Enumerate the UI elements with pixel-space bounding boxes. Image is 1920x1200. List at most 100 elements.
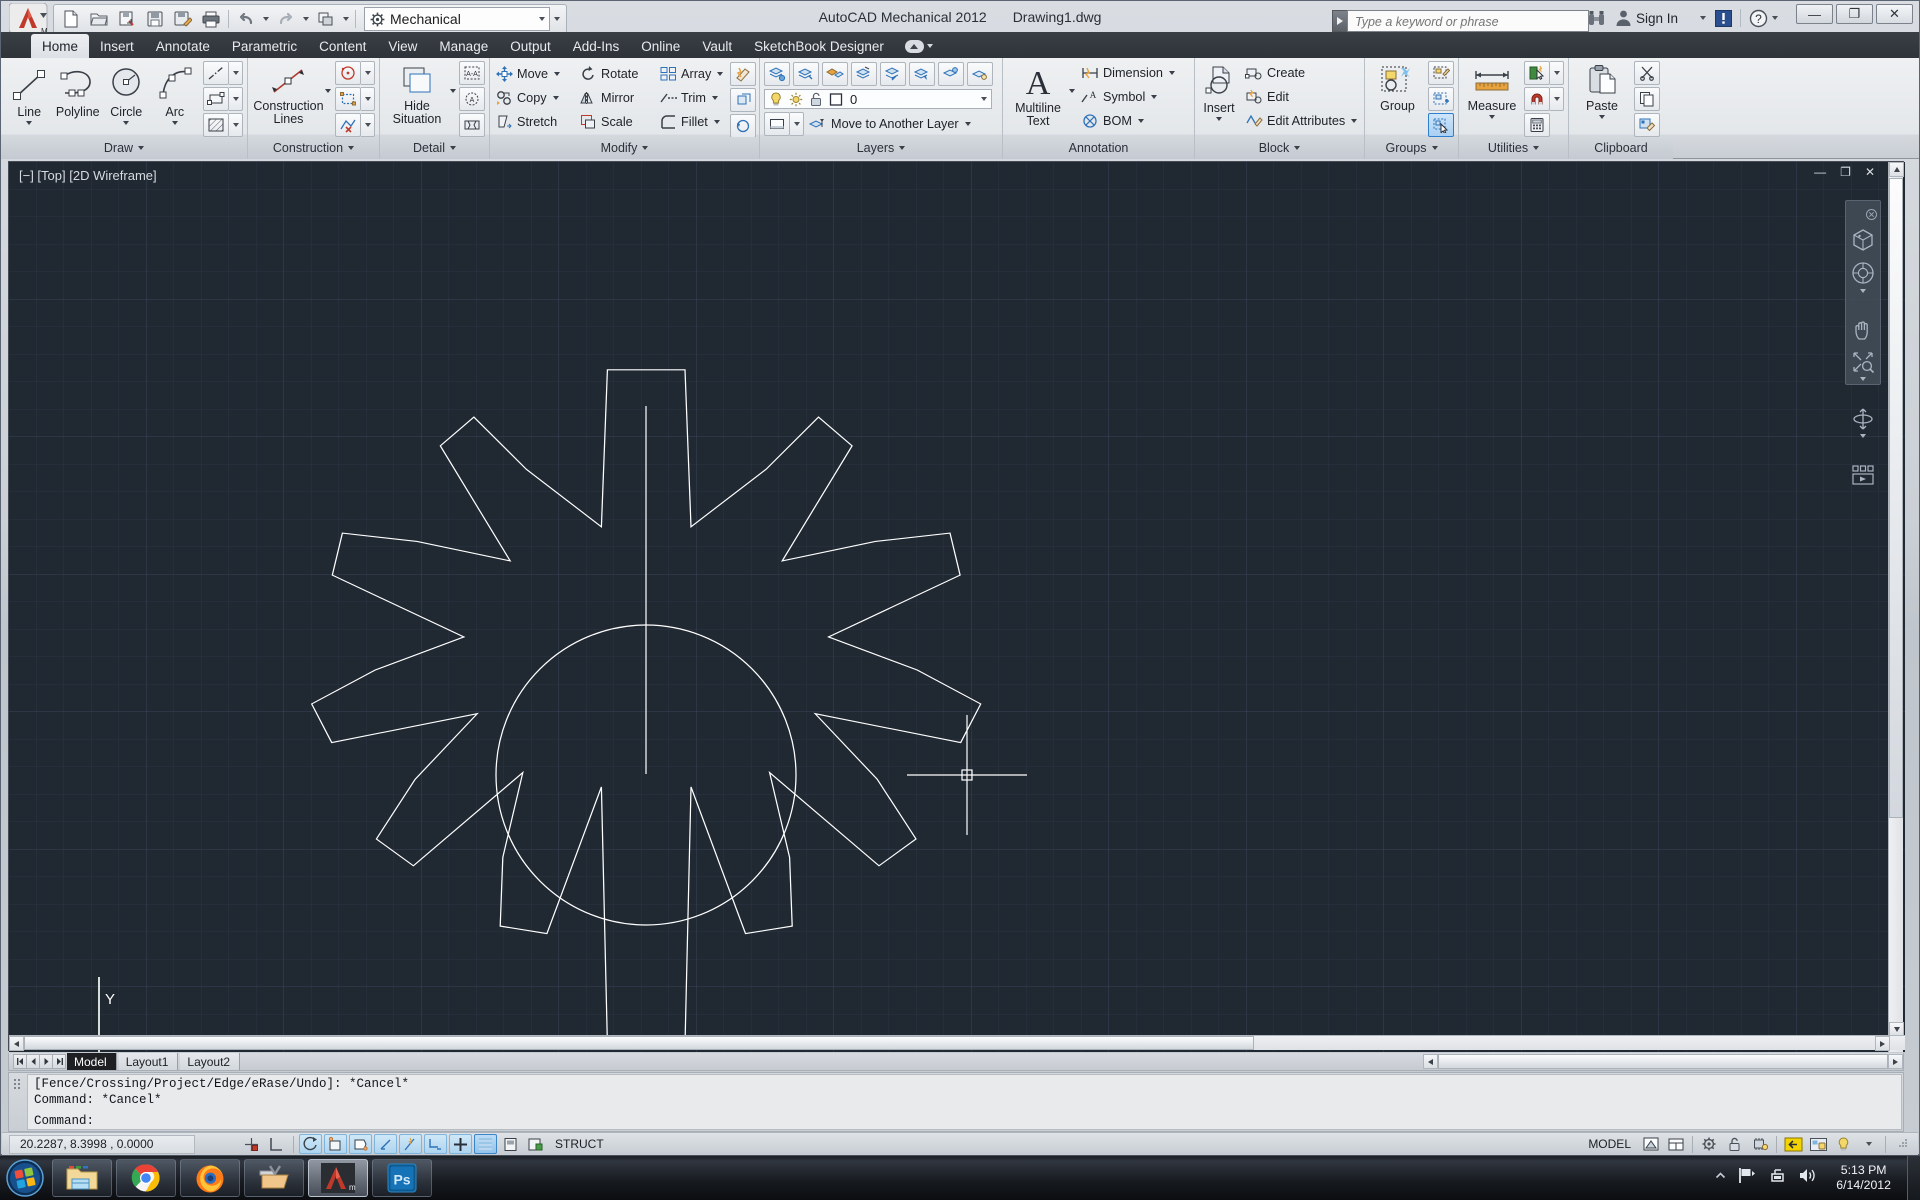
infocenter-expand-button[interactable]	[1332, 10, 1347, 32]
layout-scroll-thumb[interactable]	[1438, 1054, 1888, 1069]
viewport-minimize-button[interactable]: —	[1814, 165, 1826, 179]
panel-title-modify[interactable]: Modify	[490, 137, 759, 159]
drawing-canvas[interactable]: Y X [−] [Top] [2D Wireframe] — ❐ ✕	[8, 161, 1905, 1052]
scroll-up-button[interactable]	[1889, 162, 1904, 177]
scroll-left-button[interactable]	[9, 1036, 24, 1051]
orbit-icon[interactable]	[1851, 407, 1875, 436]
clock[interactable]: 5:13 PM 6/14/2012	[1828, 1163, 1899, 1193]
arc-button[interactable]: Arc	[151, 61, 200, 125]
chevron-down-icon[interactable]	[1550, 61, 1564, 85]
measure-button[interactable]: Measure	[1463, 61, 1521, 119]
last-layout-button[interactable]	[52, 1054, 66, 1069]
trim-button[interactable]: Trim	[658, 86, 722, 110]
chevron-down-icon[interactable]	[171, 121, 178, 125]
layout-tab-model[interactable]: Model	[67, 1053, 117, 1070]
sign-in-button[interactable]: Sign In	[1612, 6, 1709, 30]
help-button[interactable]: ?	[1746, 6, 1781, 30]
layer-isolate-icon[interactable]	[793, 62, 819, 86]
tab-view[interactable]: View	[377, 34, 428, 58]
chevron-down-icon[interactable]	[361, 113, 375, 137]
construction-rect-split[interactable]	[335, 87, 375, 111]
layer-states-split[interactable]	[764, 112, 804, 136]
lock-toolbars-icon[interactable]	[1807, 1134, 1830, 1154]
prev-layout-button[interactable]	[26, 1054, 40, 1069]
showmotion-icon[interactable]	[1850, 464, 1876, 491]
hardware-acceleration-icon[interactable]	[1748, 1134, 1771, 1154]
snap-mode-icon[interactable]	[265, 1134, 288, 1154]
quick-view-layouts-icon[interactable]	[1664, 1134, 1687, 1154]
layer-freeze-icon[interactable]	[851, 62, 877, 86]
taskbar-mozilla-firefox[interactable]	[180, 1159, 240, 1197]
start-button[interactable]	[0, 1157, 50, 1199]
centerline-split-button[interactable]	[203, 61, 243, 85]
chevron-down-icon[interactable]	[361, 61, 375, 85]
tab-vault[interactable]: Vault	[691, 34, 743, 58]
match-properties-icon[interactable]	[1634, 113, 1660, 137]
undo-dropdown[interactable]	[261, 17, 271, 21]
osnap-split[interactable]	[1524, 87, 1564, 111]
model-space-icon[interactable]	[1639, 1134, 1662, 1154]
chevron-down-icon[interactable]	[790, 112, 804, 136]
line-button[interactable]: Line	[5, 61, 54, 125]
osnap-tracking-icon[interactable]	[399, 1134, 422, 1154]
new-file-button[interactable]	[58, 7, 84, 31]
chevron-down-icon[interactable]	[1216, 117, 1222, 121]
undo-button[interactable]	[233, 7, 259, 31]
quick-select-split[interactable]	[1524, 61, 1564, 85]
dynamic-ucs-icon[interactable]	[424, 1134, 447, 1154]
layer-properties-icon[interactable]	[764, 62, 790, 86]
bom-button[interactable]: BOM	[1079, 109, 1179, 133]
viewport-label[interactable]: [−] [Top] [2D Wireframe]	[19, 168, 157, 183]
navbar-dropdown-2[interactable]	[1860, 377, 1866, 399]
chevron-down-icon[interactable]	[26, 121, 33, 125]
tab-insert[interactable]: Insert	[89, 34, 145, 58]
polyline-button[interactable]: Polyline	[54, 61, 103, 119]
navbar-close-icon[interactable]	[1866, 207, 1877, 225]
layer-previous-icon[interactable]	[967, 62, 993, 86]
insert-block-button[interactable]: Insert	[1199, 61, 1239, 121]
symbol-button[interactable]: A Symbol	[1079, 85, 1179, 109]
rectangle-split-button[interactable]	[203, 87, 243, 111]
batch-plot-button[interactable]	[313, 7, 339, 31]
detail-view-icon[interactable]: A	[459, 87, 485, 111]
scale-button[interactable]: Scale	[578, 110, 658, 134]
circle-button[interactable]: Circle	[102, 61, 151, 125]
panel-title-construction[interactable]: Construction	[248, 137, 379, 159]
chevron-down-icon[interactable]	[325, 89, 331, 93]
layer-match-icon[interactable]	[938, 62, 964, 86]
group-edit-icon[interactable]	[1428, 87, 1454, 111]
full-navigation-wheel-icon[interactable]	[1850, 260, 1876, 291]
chevron-down-icon[interactable]	[1069, 89, 1075, 93]
chevron-down-icon[interactable]	[450, 89, 456, 93]
dynamic-input-icon[interactable]	[449, 1134, 472, 1154]
construction-circle-split[interactable]	[335, 61, 375, 85]
dimension-button[interactable]: Dimension	[1079, 61, 1179, 85]
command-line[interactable]: [Fence/Crossing/Project/Edge/eRase/Undo]…	[8, 1072, 1904, 1132]
chevron-down-icon[interactable]	[229, 61, 243, 85]
multiline-text-button[interactable]: A Multiline Text	[1007, 61, 1069, 128]
horizontal-scrollbar[interactable]	[9, 1035, 1905, 1051]
stretch-button[interactable]: Stretch	[494, 110, 578, 134]
annotation-scale-gear-icon[interactable]	[1698, 1134, 1721, 1154]
layout-tab-layout2[interactable]: Layout2	[180, 1053, 241, 1070]
close-button[interactable]: ✕	[1876, 4, 1913, 24]
navbar-dropdown-3[interactable]	[1860, 434, 1866, 456]
delete-construction-icon[interactable]	[335, 113, 361, 137]
chevron-down-icon[interactable]	[1772, 16, 1778, 20]
layer-off-icon[interactable]	[880, 62, 906, 86]
chevron-down-icon[interactable]	[1489, 115, 1495, 119]
redo-button[interactable]	[273, 7, 299, 31]
tab-manage[interactable]: Manage	[428, 34, 499, 58]
move-button[interactable]: Move	[494, 62, 578, 86]
next-layout-button[interactable]	[39, 1054, 53, 1069]
layer-make-current-icon[interactable]	[909, 62, 935, 86]
annotation-visibility-lock-icon[interactable]	[1723, 1134, 1746, 1154]
minimize-ribbon-button[interactable]	[904, 34, 933, 58]
zoom-extents-icon[interactable]	[1851, 350, 1875, 379]
panel-title-layers[interactable]: Layers	[760, 137, 1002, 159]
tab-sketchbook-designer[interactable]: SketchBook Designer	[743, 34, 895, 58]
first-layout-button[interactable]	[13, 1054, 27, 1069]
centerline-icon[interactable]	[203, 61, 229, 85]
edit-attributes-button[interactable]: Edit Attributes	[1243, 109, 1361, 133]
taskbar-windows-explorer[interactable]	[52, 1159, 112, 1197]
